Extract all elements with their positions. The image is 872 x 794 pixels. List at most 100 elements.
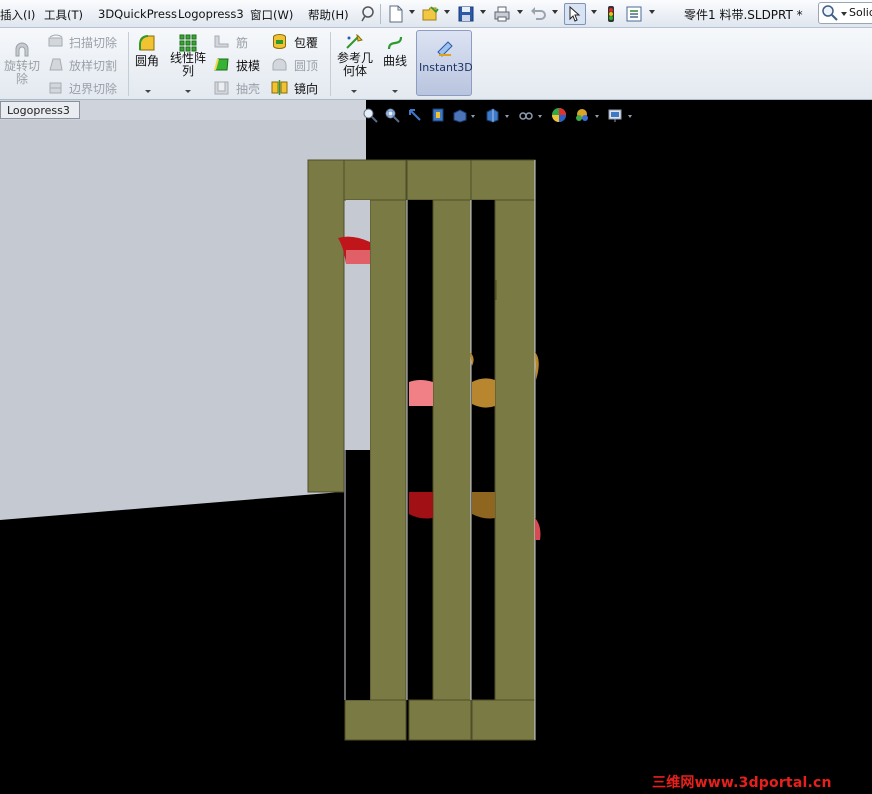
reference-geometry-button[interactable]: 参考几何体 — [334, 30, 374, 96]
rib-icon — [214, 35, 229, 48]
document-title: 零件1 料带.SLDPRT * — [684, 8, 803, 22]
mirror-icon — [271, 80, 288, 95]
curves-label: 曲线 — [383, 54, 408, 68]
zoom-to-fit-icon[interactable] — [362, 107, 378, 123]
print-icon[interactable] — [492, 4, 512, 24]
options-dropdown-caret[interactable] — [649, 10, 655, 14]
select-cursor-icon — [569, 6, 581, 22]
fillet-icon — [139, 35, 155, 51]
apply-scene-icon[interactable] — [574, 107, 590, 123]
search-icon — [822, 5, 838, 21]
select-dropdown-caret[interactable] — [591, 10, 597, 14]
menu-logopress3[interactable]: Logopress3 — [178, 7, 244, 21]
print-dropdown-caret[interactable] — [517, 10, 523, 14]
strip-frame-3[interactable] — [470, 159, 536, 741]
loft-cut-button[interactable]: 放样切割 — [69, 57, 117, 74]
fillet-dropdown-caret[interactable] — [145, 90, 151, 93]
open-folder-icon[interactable] — [421, 4, 441, 24]
dome-button[interactable]: 圆顶 — [294, 57, 318, 74]
linear-pattern-dropdown-caret[interactable] — [185, 90, 191, 93]
curves-dropdown-caret[interactable] — [392, 90, 398, 93]
select-button[interactable] — [564, 3, 586, 25]
strip-3-window — [471, 200, 495, 700]
tab-logopress3[interactable]: Logopress3 — [0, 101, 80, 119]
bent-tab-red-bottom — [409, 492, 433, 519]
menu-tools[interactable]: 工具(T) — [44, 7, 83, 23]
dome-icon — [272, 58, 287, 71]
bent-tab-tan-bottom — [472, 492, 495, 519]
display-style-icon[interactable] — [484, 107, 500, 123]
bent-tab-tan-mid — [472, 378, 495, 408]
draft-icon — [214, 58, 229, 71]
instant3d-icon — [437, 41, 453, 57]
save-dropdown-caret[interactable] — [480, 10, 486, 14]
options-list-icon[interactable] — [624, 4, 644, 24]
3d-model-scene[interactable] — [0, 100, 872, 794]
curves-button[interactable]: 曲线 — [378, 30, 412, 96]
search-scope-label: Solid — [849, 6, 872, 19]
ribbon-separator — [128, 32, 129, 96]
strip-3-bottom-bar — [471, 699, 536, 741]
display-style-caret[interactable] — [505, 115, 509, 118]
strip-1-shadow — [344, 450, 370, 700]
pin-icon[interactable] — [358, 4, 378, 24]
revolve-cut-label: 旋转切除 — [3, 59, 40, 86]
search-box[interactable]: Solid — [818, 2, 872, 24]
save-icon[interactable] — [456, 4, 476, 24]
wrap-icon — [273, 34, 286, 49]
reference-geometry-dropdown-caret[interactable] — [351, 90, 357, 93]
new-document-icon[interactable] — [386, 4, 406, 24]
fillet-label: 圆角 — [135, 54, 160, 68]
linear-pattern-button[interactable]: 线性阵列 — [166, 30, 210, 96]
undo-dropdown-caret[interactable] — [552, 10, 558, 14]
sweep-cut-button[interactable]: 扫描切除 — [69, 34, 117, 51]
strip-1-right-leg — [369, 199, 407, 701]
fillet-button[interactable]: 圆角 — [132, 30, 162, 96]
new-dropdown-caret[interactable] — [409, 10, 415, 14]
menu-insert[interactable]: 插入(I) — [0, 7, 35, 23]
open-dropdown-caret[interactable] — [444, 10, 450, 14]
loft-cut-icon — [49, 58, 63, 71]
menu-3dquickpress[interactable]: 3DQuickPress — [98, 7, 177, 21]
strip-3-right-leg — [494, 199, 536, 701]
strip-1-bottom-bar — [344, 699, 407, 741]
search-dropdown-caret[interactable] — [841, 12, 847, 16]
view-orientation-caret[interactable] — [471, 115, 475, 118]
menu-window[interactable]: 窗口(W) — [250, 7, 293, 23]
rib-button[interactable]: 筋 — [236, 34, 248, 51]
instant3d-label: Instant3D — [419, 61, 473, 74]
edit-appearance-icon[interactable] — [551, 107, 567, 123]
previous-view-icon[interactable] — [407, 107, 423, 123]
menu-help[interactable]: 帮助(H) — [308, 7, 349, 23]
instant3d-button[interactable]: Instant3D — [416, 30, 473, 96]
curves-icon — [387, 36, 403, 50]
hide-show-items-icon[interactable] — [518, 107, 534, 123]
revolve-cut-button[interactable]: 旋转切除 — [2, 30, 42, 96]
bent-tab-pink — [409, 380, 433, 406]
draft-button[interactable]: 拔模 — [236, 57, 260, 74]
undo-icon[interactable] — [528, 4, 548, 24]
view-settings-icon[interactable] — [607, 107, 623, 123]
section-view-icon[interactable] — [430, 107, 446, 123]
strip-1-rear-leg — [307, 159, 345, 493]
view-settings-caret[interactable] — [628, 115, 632, 118]
ribbon-separator — [330, 32, 331, 96]
hide-show-caret[interactable] — [538, 115, 542, 118]
reference-geometry-icon — [346, 34, 363, 49]
shell-button[interactable]: 抽壳 — [236, 80, 260, 97]
boundary-cut-icon — [49, 82, 62, 94]
rebuild-traffic-light-icon[interactable] — [601, 4, 621, 24]
wrap-button[interactable]: 包覆 — [294, 34, 318, 51]
linear-pattern-icon — [179, 34, 197, 52]
reference-geometry-label: 参考几何体 — [336, 51, 373, 78]
menu-bar: 插入(I) 工具(T) 3DQuickPress Logopress3 窗口(W… — [0, 0, 872, 28]
zoom-to-area-icon[interactable] — [384, 107, 400, 123]
strip-2-top-bar — [406, 159, 472, 201]
view-orientation-icon[interactable] — [452, 107, 468, 123]
apply-scene-caret[interactable] — [595, 115, 599, 118]
features-ribbon: 旋转切除 扫描切除 放样切割 边界切除 圆角 线性阵列 筋 拔模 抽壳 包覆 圆… — [0, 28, 872, 100]
graphics-viewport[interactable] — [0, 100, 872, 794]
mirror-button[interactable]: 镜向 — [294, 80, 318, 97]
revolve-cut-icon — [15, 42, 29, 57]
boundary-cut-button[interactable]: 边界切除 — [69, 80, 117, 97]
